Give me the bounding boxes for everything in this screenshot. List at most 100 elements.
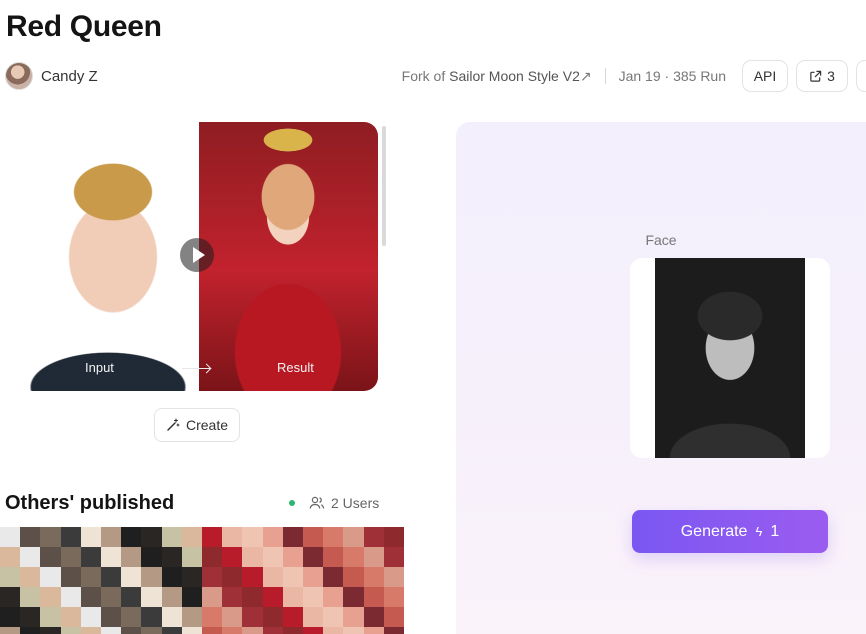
fork-source: Sailor Moon Style V2 — [449, 67, 580, 84]
mosaic-cell — [202, 567, 223, 587]
mosaic-cell — [40, 527, 61, 547]
mosaic-cell — [60, 587, 81, 607]
published-thumbnail[interactable] — [0, 527, 202, 634]
mosaic-cell — [202, 587, 223, 607]
share-count: 3 — [827, 68, 835, 84]
mosaic-cell — [181, 547, 202, 567]
mosaic-cell — [40, 567, 61, 587]
mosaic-cell — [242, 607, 263, 627]
mosaic-cell — [40, 607, 61, 627]
mosaic-cell — [302, 627, 324, 634]
fork-prefix: Fork of — [401, 67, 446, 84]
mosaic-cell — [343, 547, 364, 567]
mosaic-cell — [323, 527, 344, 547]
mosaic-cell — [363, 567, 384, 587]
mosaic-cell — [302, 547, 324, 567]
users-count: 2 Users — [289, 495, 379, 511]
mosaic-cell — [282, 527, 303, 547]
external-link-icon: ↗ — [579, 67, 592, 84]
mosaic-cell — [60, 527, 81, 547]
mosaic-cell — [222, 567, 243, 587]
mosaic-cell — [80, 527, 101, 547]
mosaic-cell — [242, 627, 263, 634]
more-button[interactable] — [856, 60, 866, 92]
mosaic-cell — [20, 627, 41, 634]
mosaic-cell — [161, 567, 182, 587]
mosaic-cell — [80, 547, 101, 567]
mosaic-cell — [60, 567, 81, 587]
result-image — [198, 122, 378, 391]
mosaic-cell — [343, 587, 364, 607]
mosaic-cell — [202, 607, 223, 627]
mosaic-cell — [202, 547, 223, 567]
mosaic-cell — [121, 607, 142, 627]
mosaic-cell — [100, 527, 122, 547]
mosaic-cell — [302, 607, 324, 627]
fork-link[interactable]: Fork of Sailor Moon Style V2↗ — [402, 68, 592, 85]
meta-bar: Fork of Sailor Moon Style V2↗ Jan 19 · 3… — [402, 59, 866, 93]
mosaic-cell — [242, 547, 263, 567]
mosaic-cell — [323, 627, 344, 634]
input-caption: Input — [85, 360, 114, 375]
play-icon[interactable] — [180, 238, 214, 272]
divider — [604, 68, 606, 84]
mosaic-cell — [121, 527, 142, 547]
users-icon — [309, 496, 325, 509]
mosaic-cell — [363, 607, 384, 627]
mosaic-cell — [383, 587, 404, 607]
mosaic-cell — [222, 587, 243, 607]
mosaic-cell — [302, 587, 324, 607]
api-button[interactable]: API — [742, 60, 788, 92]
mosaic-cell — [181, 607, 202, 627]
preview-scrollbar[interactable] — [382, 126, 386, 246]
face-upload[interactable] — [630, 258, 830, 458]
mosaic-cell — [141, 567, 162, 587]
mosaic-cell — [262, 567, 283, 587]
mosaic-cell — [181, 587, 202, 607]
mosaic-cell — [0, 627, 21, 634]
mosaic-cell — [100, 607, 122, 627]
online-indicator — [289, 500, 295, 506]
mosaic-cell — [282, 547, 303, 567]
mosaic-cell — [383, 607, 404, 627]
mosaic-cell — [343, 607, 364, 627]
mosaic-cell — [262, 587, 283, 607]
mosaic-cell — [80, 587, 101, 607]
mosaic-cell — [0, 527, 21, 547]
published-thumbnail[interactable] — [202, 527, 404, 634]
author-link[interactable]: Candy Z — [5, 62, 98, 90]
mosaic-cell — [161, 547, 182, 567]
magic-wand-icon — [167, 418, 180, 431]
arrow-right-icon — [182, 368, 210, 369]
mosaic-cell — [262, 527, 283, 547]
mosaic-cell — [141, 607, 162, 627]
mosaic-cell — [80, 607, 101, 627]
input-image — [18, 122, 198, 391]
generate-button[interactable]: Generate ϟ 1 — [632, 510, 828, 553]
mosaic-cell — [242, 587, 263, 607]
date-runs: Jan 19 · 385 Run — [618, 68, 726, 84]
share-button[interactable]: 3 — [796, 60, 848, 92]
mosaic-cell — [0, 547, 21, 567]
mosaic-cell — [121, 547, 142, 567]
create-button[interactable]: Create — [154, 408, 240, 442]
mosaic-cell — [202, 527, 223, 547]
mosaic-cell — [262, 627, 283, 634]
face-image — [655, 258, 805, 458]
mosaic-cell — [20, 527, 41, 547]
mosaic-cell — [242, 527, 263, 547]
mosaic-cell — [20, 567, 41, 587]
mosaic-cell — [20, 607, 41, 627]
generation-panel: Face Generate ϟ 1 — [456, 122, 866, 634]
mosaic-cell — [80, 567, 101, 587]
mosaic-cell — [40, 627, 61, 634]
create-label: Create — [185, 417, 229, 433]
before-after-preview: Input Result — [18, 122, 378, 391]
others-published-heading: Others' published — [5, 492, 175, 514]
mosaic-cell — [181, 567, 202, 587]
mosaic-cell — [60, 627, 81, 634]
mosaic-cell — [222, 527, 243, 547]
avatar — [5, 62, 33, 90]
mosaic-cell — [363, 527, 384, 547]
mosaic-cell — [80, 627, 101, 634]
